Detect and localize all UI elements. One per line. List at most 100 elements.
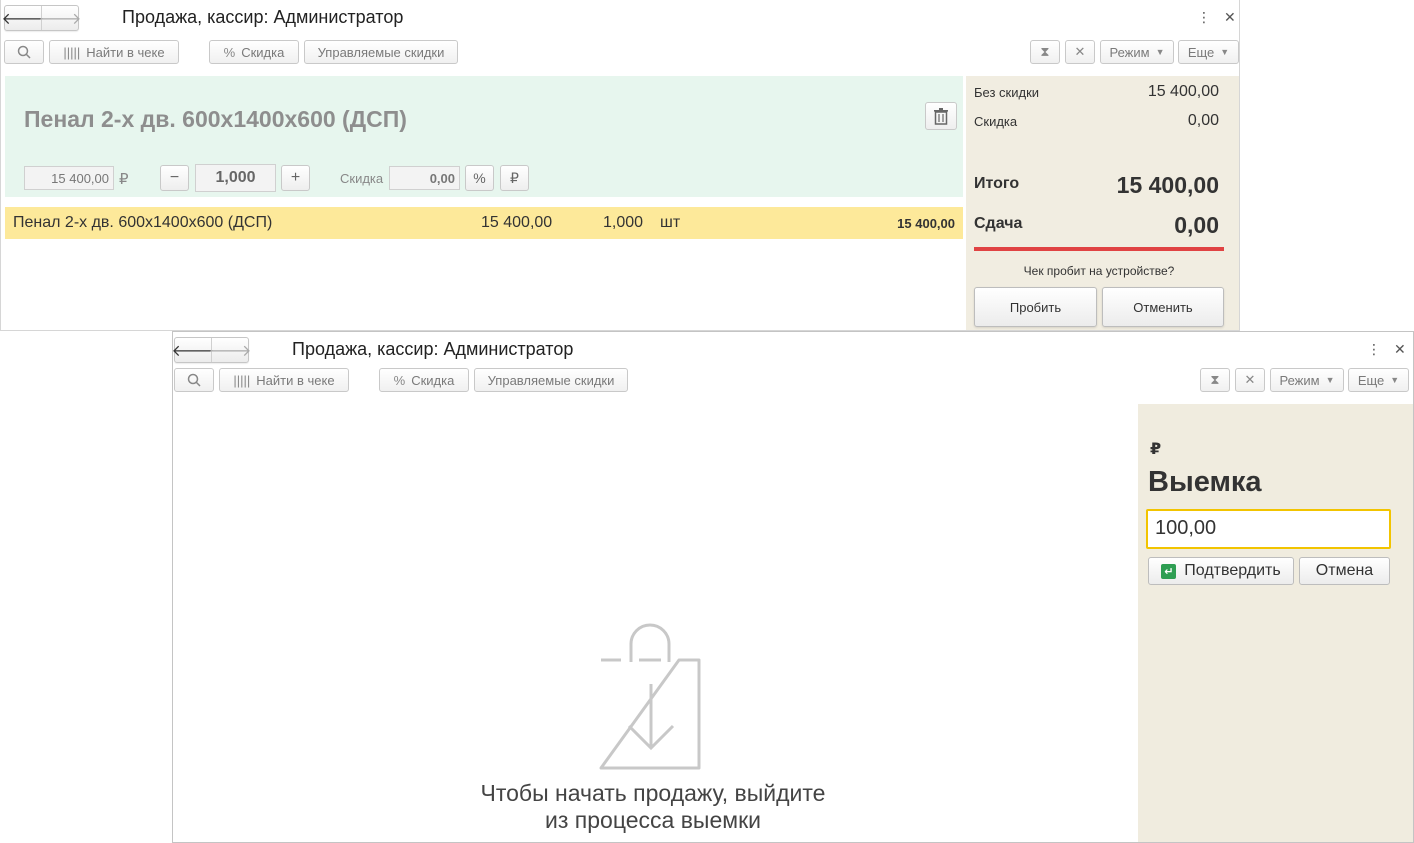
nav-group: 🡐 🡒	[173, 337, 251, 363]
total-value: 15 400,00	[1116, 172, 1219, 198]
close-icon[interactable]: ✕	[1224, 9, 1236, 26]
forward-button[interactable]: 🡒	[39, 6, 81, 30]
discount-summary-label: Скидка	[974, 114, 1018, 129]
chevron-down-icon: ▼	[1390, 375, 1400, 385]
back-button[interactable]: 🡐	[2, 6, 45, 30]
mode-button[interactable]: Режим ▼	[1100, 40, 1174, 64]
hourglass-icon: ⧗	[1040, 44, 1050, 59]
barcode-icon: |||||	[233, 372, 251, 388]
more-actions-icon[interactable]: ⋮	[1197, 9, 1211, 26]
close-icon[interactable]: ✕	[1394, 341, 1406, 358]
nav-group: 🡐 🡒	[2, 5, 81, 31]
chevron-down-icon: ▼	[1325, 375, 1335, 385]
empty-message-line1: Чтобы начать продажу, выйдите	[480, 780, 826, 806]
sale-window-2: 🡐 🡒 Продажа, кассир: Администратор ⋮ ✕ |…	[172, 331, 1414, 843]
change-value: 0,00	[1174, 212, 1219, 238]
empty-message-line2: из процесса выемки	[545, 807, 761, 833]
decrease-qty-button[interactable]: −	[160, 165, 189, 191]
window-title: Продажа, кассир: Администратор	[122, 7, 404, 27]
sale-window-1: 🡐 🡒 Продажа, кассир: Администратор ⋮ ✕ |…	[0, 0, 1240, 331]
quantity-field[interactable]: 1,000	[195, 164, 276, 192]
change-indicator-bar	[974, 247, 1224, 251]
plus-icon: +	[290, 169, 301, 186]
search-button[interactable]	[4, 40, 44, 64]
discount-button[interactable]: % Скидка	[379, 368, 469, 392]
percent-icon: %	[223, 44, 236, 60]
find-in-receipt-button[interactable]: ||||| Найти в чеке	[219, 368, 349, 392]
row-qty: 1,000	[603, 214, 644, 231]
x-icon: ✕	[1244, 372, 1256, 387]
receipt-summary-panel: Без скидки 15 400,00 Скидка 0,00 Итого 1…	[966, 76, 1239, 330]
back-button[interactable]: 🡐	[173, 338, 214, 362]
currency-symbol: ₽	[1150, 441, 1162, 458]
row-unit: шт	[660, 214, 681, 231]
delete-item-button[interactable]	[925, 102, 957, 130]
increase-qty-button[interactable]: +	[281, 165, 310, 191]
row-sum: 15 400,00	[897, 216, 955, 231]
window-title: Продажа, кассир: Администратор	[292, 339, 574, 359]
percent-icon: %	[473, 170, 486, 186]
search-icon	[17, 45, 31, 59]
more-button[interactable]: Еще ▼	[1178, 40, 1239, 64]
cancel-x-button[interactable]: ✕	[1235, 368, 1265, 392]
mode-button[interactable]: Режим ▼	[1270, 368, 1344, 392]
search-button[interactable]	[174, 368, 214, 392]
mode-label: Режим	[1109, 44, 1150, 60]
table-row[interactable]: Пенал 2-х дв. 600х1400х600 (ДСП) 15 400,…	[5, 207, 963, 239]
ruble-discount-button[interactable]: ₽	[500, 165, 529, 191]
search-icon	[187, 373, 201, 387]
forward-button[interactable]: 🡒	[209, 338, 251, 362]
change-label: Сдача	[974, 215, 1023, 232]
cancel-receipt-button[interactable]: Отменить	[1102, 287, 1224, 327]
ruble-icon: ₽	[510, 169, 519, 186]
current-item-panel: Пенал 2-х дв. 600х1400х600 (ДСП) 15 400,…	[5, 76, 963, 197]
more-label: Еще	[1357, 372, 1385, 388]
cancel-withdrawal-button[interactable]: Отмена	[1299, 557, 1390, 585]
find-in-receipt-button[interactable]: ||||| Найти в чеке	[49, 40, 179, 64]
minus-icon: −	[169, 169, 180, 186]
discount-label: Скидка	[411, 372, 455, 388]
discount-summary-value: 0,00	[1187, 112, 1219, 129]
percent-discount-button[interactable]: %	[465, 165, 494, 191]
discount-button[interactable]: % Скидка	[209, 40, 299, 64]
row-price: 15 400,00	[481, 214, 553, 231]
more-button[interactable]: Еще ▼	[1348, 368, 1409, 392]
receipt-question: Чек пробит на устройстве?	[1023, 264, 1175, 278]
managed-discounts-button[interactable]: Управляемые скидки	[304, 40, 458, 64]
enter-icon: ↵	[1161, 563, 1177, 579]
trash-icon	[934, 108, 948, 125]
no-discount-label: Без скидки	[974, 85, 1040, 100]
discount-label: Скидка	[340, 171, 384, 186]
chevron-down-icon: ▼	[1220, 47, 1230, 57]
total-label: Итого	[974, 175, 1020, 192]
confirm-label: Подтвердить	[1184, 562, 1281, 579]
cancel-x-button[interactable]: ✕	[1065, 40, 1095, 64]
percent-icon: %	[393, 372, 406, 388]
managed-discounts-label: Управляемые скидки	[487, 372, 615, 388]
item-title: Пенал 2-х дв. 600х1400х600 (ДСП)	[24, 106, 407, 132]
more-actions-icon[interactable]: ⋮	[1367, 341, 1381, 358]
find-in-receipt-label: Найти в чеке	[86, 44, 165, 60]
hourglass-button[interactable]: ⧗	[1030, 40, 1060, 64]
print-receipt-button[interactable]: Пробить	[974, 287, 1097, 327]
hourglass-icon: ⧗	[1210, 372, 1220, 387]
more-label: Еще	[1187, 44, 1215, 60]
empty-state-message: Чтобы начать продажу, выйдите из процесс…	[413, 780, 893, 834]
discount-field[interactable]: 0,00	[389, 166, 460, 190]
chevron-down-icon: ▼	[1155, 47, 1165, 57]
confirm-withdrawal-button[interactable]: ↵ Подтвердить	[1148, 557, 1294, 585]
price-field[interactable]: 15 400,00	[24, 166, 114, 190]
managed-discounts-label: Управляемые скидки	[317, 44, 445, 60]
barcode-icon: |||||	[63, 44, 81, 60]
no-discount-value: 15 400,00	[1147, 83, 1219, 100]
discount-label: Скидка	[241, 44, 285, 60]
hourglass-button[interactable]: ⧗	[1200, 368, 1230, 392]
withdrawal-panel: ₽ Выемка 100,00 ↵ Подтвердить Отмена	[1138, 404, 1413, 842]
managed-discounts-button[interactable]: Управляемые скидки	[474, 368, 628, 392]
x-icon: ✕	[1074, 44, 1086, 59]
withdrawal-amount-input[interactable]: 100,00	[1146, 509, 1391, 549]
price-currency: ₽	[119, 171, 129, 188]
cancel-label: Отмена	[1315, 562, 1374, 579]
shopping-bag-icon	[599, 623, 701, 770]
row-name: Пенал 2-х дв. 600х1400х600 (ДСП)	[13, 214, 273, 231]
